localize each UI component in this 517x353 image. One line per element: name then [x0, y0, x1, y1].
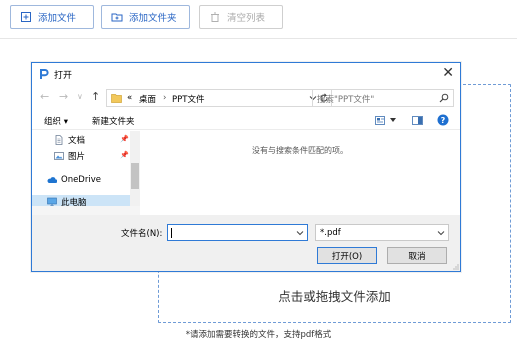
new-folder-button[interactable]: 新建文件夹 — [92, 115, 135, 127]
chevron-down-icon[interactable] — [296, 228, 304, 238]
search-input[interactable]: 搜索"PPT文件" — [312, 89, 454, 107]
dialog-title-bar[interactable]: 打开 ✕ — [32, 63, 460, 85]
view-dropdown-icon[interactable] — [390, 118, 396, 122]
clear-list-label: 清空列表 — [227, 13, 266, 24]
nav-item-pictures[interactable]: 图片 — [54, 149, 128, 162]
chevron-down-icon — [437, 231, 445, 236]
organize-button[interactable]: 组织 ▾ — [44, 115, 68, 127]
dialog-footer: 文件名(N): *.pdf 打开(O) 取消 — [32, 215, 460, 271]
address-bar[interactable]: « 桌面 › PPT文件 — [106, 89, 332, 107]
toolbar-divider — [0, 38, 517, 39]
preview-pane-icon[interactable] — [412, 116, 423, 125]
nav-item-label: 文档 — [68, 135, 86, 146]
footer-note: *请添加需要转换的文件，支持pdf格式 — [185, 330, 332, 340]
breadcrumb-separator: › — [163, 93, 167, 103]
pin-icon[interactable]: 📌 — [120, 135, 129, 143]
picture-icon — [54, 151, 64, 160]
back-arrow-icon[interactable]: ← — [40, 91, 49, 103]
navigation-hscrollbar[interactable] — [32, 206, 140, 215]
add-file-label: 添加文件 — [38, 13, 77, 24]
view-options-icon[interactable] — [375, 116, 385, 125]
app-logo-icon — [40, 69, 49, 79]
search-placeholder: 搜索"PPT文件" — [317, 95, 375, 105]
filetype-value: *.pdf — [320, 228, 341, 238]
navigation-pane: 文档 📌 图片 📌 OneDrive 此电脑 — [32, 131, 140, 215]
add-folder-icon — [111, 13, 123, 22]
add-file-button[interactable]: 添加文件 — [10, 5, 94, 29]
cancel-button[interactable]: 取消 — [387, 247, 447, 264]
recent-dropdown-icon[interactable]: ∨ — [77, 91, 83, 103]
resize-grip-icon[interactable] — [453, 264, 459, 270]
filetype-select[interactable]: *.pdf — [315, 224, 449, 241]
cloud-icon — [47, 176, 57, 183]
empty-results-message: 没有与搜索条件匹配的项。 — [252, 146, 348, 155]
help-icon[interactable]: ? — [437, 114, 449, 126]
forward-arrow-icon[interactable]: → — [59, 91, 68, 103]
pin-icon[interactable]: 📌 — [120, 151, 129, 159]
nav-item-label: OneDrive — [61, 174, 101, 185]
open-file-dialog: 打开 ✕ ← → ∨ ↑ « 桌面 › PPT文件 搜索"PPT文件" 组织 ▾… — [31, 62, 461, 272]
add-file-icon — [21, 12, 31, 22]
navigation-scrollbar[interactable] — [130, 131, 140, 215]
command-bar: 组织 ▾ 新建文件夹 ? — [32, 112, 460, 130]
add-folder-button[interactable]: 添加文件夹 — [101, 5, 190, 29]
breadcrumb-prefix: « — [127, 93, 133, 103]
scrollbar-thumb[interactable] — [131, 163, 139, 189]
close-icon[interactable]: ✕ — [442, 65, 454, 81]
filename-label: 文件名(N): — [121, 229, 163, 239]
document-icon — [55, 134, 63, 145]
clear-list-button[interactable]: 清空列表 — [199, 5, 283, 29]
add-folder-label: 添加文件夹 — [129, 13, 177, 24]
nav-item-label: 图片 — [68, 151, 86, 162]
address-row: ← → ∨ ↑ « 桌面 › PPT文件 搜索"PPT文件" — [32, 87, 460, 109]
filename-field[interactable] — [167, 224, 308, 241]
text-caret — [171, 228, 172, 238]
up-arrow-icon[interactable]: ↑ — [91, 91, 100, 103]
nav-item-onedrive[interactable]: OneDrive — [47, 173, 128, 186]
computer-icon — [47, 197, 57, 206]
nav-item-documents[interactable]: 文档 — [54, 133, 128, 146]
breadcrumb-desktop[interactable]: 桌面 — [139, 93, 156, 105]
search-icon — [439, 93, 449, 103]
open-button[interactable]: 打开(O) — [317, 247, 377, 264]
drop-zone-text: 点击或拖拽文件添加 — [278, 289, 391, 304]
dialog-title: 打开 — [54, 71, 73, 81]
folder-icon — [111, 94, 122, 103]
breadcrumb-ppt-folder[interactable]: PPT文件 — [172, 93, 204, 105]
svg-text:?: ? — [441, 116, 446, 125]
trash-icon — [211, 12, 219, 22]
command-bar-divider — [32, 129, 460, 130]
